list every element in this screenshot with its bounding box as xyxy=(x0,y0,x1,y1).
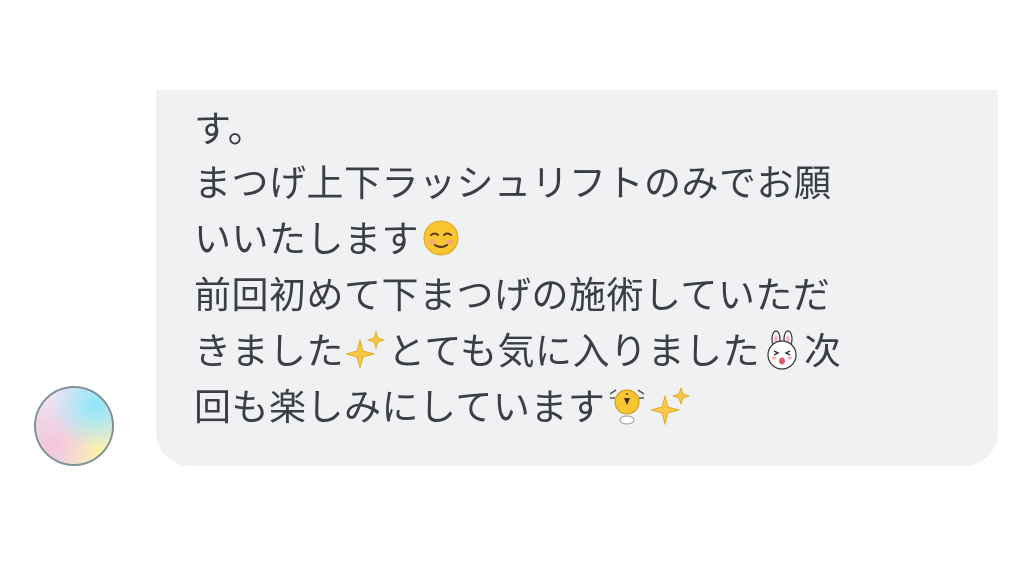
message-text: きました xyxy=(194,330,344,373)
excited-chick-sticker-icon xyxy=(607,386,647,426)
message-line: す。 xyxy=(194,108,266,151)
cony-bunny-sticker-icon xyxy=(762,330,802,370)
chat-screen: す。 まつげ上下ラッシュリフトのみでお願 いいたします 前回初めて下まつげの施術… xyxy=(0,0,1024,576)
message-text: 次 xyxy=(804,330,842,373)
relieved-face-icon xyxy=(421,218,461,258)
message-line: きました とても気に入りました 次 xyxy=(194,330,842,374)
sparkles-icon xyxy=(346,330,386,370)
message-line: まつげ上下ラッシュリフトのみでお願 xyxy=(194,162,832,205)
message-line: 前回初めて下まつげの施術していただ xyxy=(194,274,831,317)
sparkles-icon xyxy=(651,386,691,426)
message-text: いいたします xyxy=(194,218,419,261)
message-text: 回も楽しみにしています xyxy=(194,386,606,429)
message-line: 回も楽しみにしています xyxy=(194,386,693,430)
sender-avatar[interactable] xyxy=(34,386,114,466)
message-text: とても気に入りました xyxy=(388,330,761,373)
message-line: いいたします xyxy=(194,218,463,262)
message-bubble[interactable]: す。 まつげ上下ラッシュリフトのみでお願 いいたします 前回初めて下まつげの施術… xyxy=(156,90,998,466)
